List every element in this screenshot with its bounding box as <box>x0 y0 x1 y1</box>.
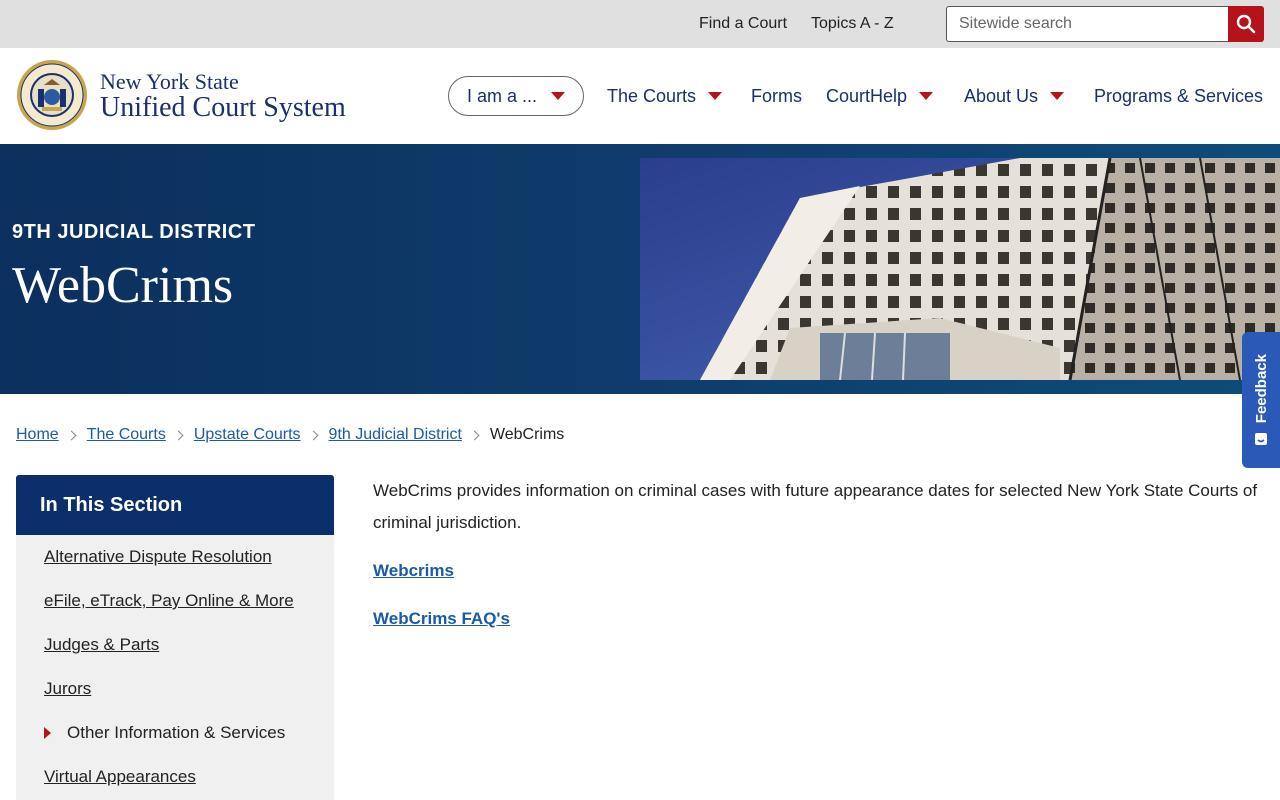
chevron-right-icon <box>66 430 77 440</box>
sidebar-menu: Alternative Dispute Resolution eFile, eT… <box>16 535 334 800</box>
chevron-right-icon <box>308 430 318 440</box>
breadcrumb-9th-judicial-district[interactable]: 9th Judicial District <box>329 425 462 445</box>
chevron-right-icon <box>469 430 480 440</box>
sidebar-item-adr[interactable]: Alternative Dispute Resolution <box>44 546 272 568</box>
intro-paragraph: WebCrims provides information on crimina… <box>373 481 1258 532</box>
nav-forms[interactable]: Forms <box>751 85 802 107</box>
webcrims-link[interactable]: Webcrims <box>373 560 454 582</box>
i-am-a-dropdown[interactable]: I am a ... <box>448 76 584 116</box>
breadcrumb-home[interactable]: Home <box>16 425 59 445</box>
nav-the-courts[interactable]: The Courts <box>607 85 723 107</box>
nav-programs-label: Programs & Services <box>1094 86 1264 106</box>
find-a-court-link[interactable]: Find a Court <box>699 14 787 34</box>
breadcrumb: Home The Courts Upstate Courts 9th Judic… <box>16 425 564 445</box>
breadcrumb-the-courts[interactable]: The Courts <box>87 425 166 445</box>
logo-line-ucs[interactable]: Unified Court System <box>100 92 346 124</box>
sidebar-item-judges[interactable]: Judges & Parts <box>44 634 159 656</box>
caret-down-icon <box>708 92 723 100</box>
sitewide-search-input[interactable] <box>946 6 1229 42</box>
sidebar-item-virtual[interactable]: Virtual Appearances <box>44 766 196 788</box>
sidebar-item-other-info[interactable]: Other Information & Services <box>44 722 285 744</box>
topics-a-z-link[interactable]: Topics A - Z <box>811 14 894 34</box>
nav-the-courts-label: The Courts <box>607 86 697 106</box>
i-am-a-label: I am a ... <box>466 85 538 106</box>
nav-courthelp[interactable]: CourtHelp <box>826 85 934 107</box>
caret-right-icon <box>44 727 51 739</box>
sidebar-heading-text: In This Section <box>40 494 183 516</box>
caret-down-icon <box>1050 92 1065 100</box>
search-icon <box>1236 14 1256 34</box>
sidebar-heading: In This Section <box>16 475 334 535</box>
utility-bar: Find a Court Topics A - Z <box>0 0 1280 48</box>
hero-banner: 9TH JUDICIAL DISTRICT WebCrims <box>0 144 1280 394</box>
caret-down-icon <box>919 92 934 100</box>
breadcrumb-current: WebCrims <box>489 426 565 443</box>
logo-line-state[interactable]: New York State <box>100 70 239 94</box>
sidebar-item-other-info-label: Other Information & Services <box>67 723 286 742</box>
caret-down-icon <box>551 92 566 100</box>
page-title: WebCrims <box>12 257 234 314</box>
courthouse-building-image <box>640 158 1280 380</box>
search-button[interactable] <box>1228 6 1264 42</box>
hero-kicker: 9TH JUDICIAL DISTRICT <box>12 221 256 243</box>
site-header: New York State Unified Court System I am… <box>0 48 1280 144</box>
feedback-tab[interactable]: Feedback <box>1242 332 1280 468</box>
feedback-label: Feedback <box>1252 354 1270 424</box>
nav-forms-label: Forms <box>751 86 802 106</box>
nav-courthelp-label: CourtHelp <box>826 86 908 106</box>
chevron-right-icon <box>173 430 184 440</box>
nav-about-us-label: About Us <box>964 86 1039 106</box>
court-seal-logo[interactable] <box>16 59 88 131</box>
feedback-icon <box>1255 432 1267 445</box>
webcrims-faq-link[interactable]: WebCrims FAQ's <box>373 608 510 630</box>
breadcrumb-upstate-courts[interactable]: Upstate Courts <box>194 425 301 445</box>
sidebar-item-efile[interactable]: eFile, eTrack, Pay Online & More <box>44 590 294 612</box>
nav-programs-services[interactable]: Programs & Services <box>1094 85 1263 107</box>
sidebar-item-jurors[interactable]: Jurors <box>44 678 91 700</box>
nav-about-us[interactable]: About Us <box>964 85 1065 107</box>
